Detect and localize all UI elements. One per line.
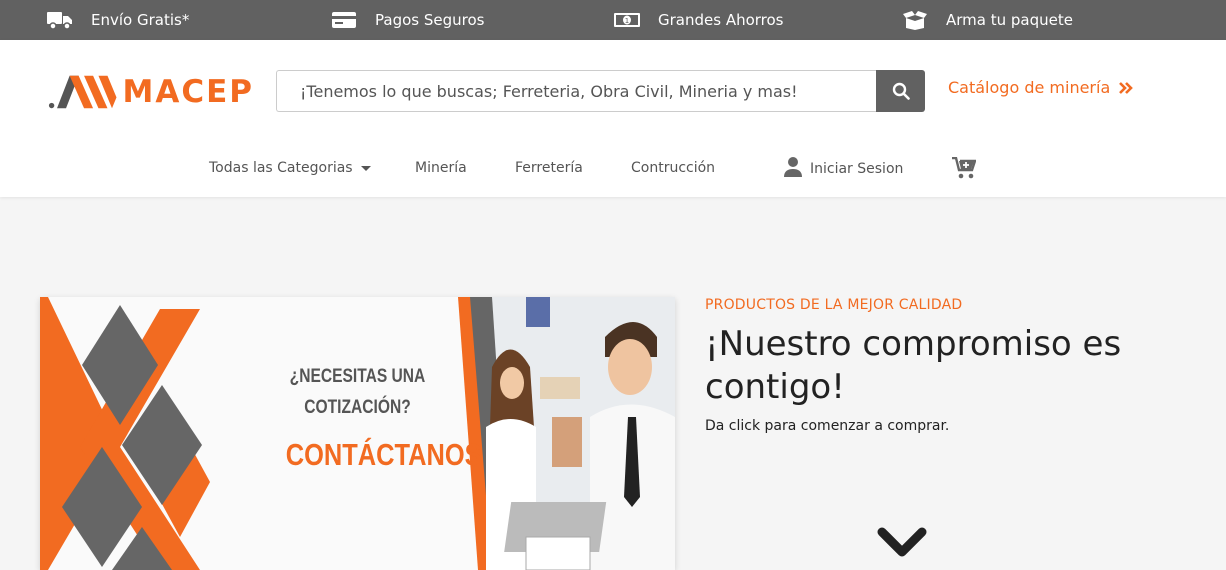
search-box [276, 70, 876, 112]
chevron-down-icon[interactable] [876, 526, 928, 562]
hero-eyebrow: PRODUCTOS DE LA MEJOR CALIDAD [705, 297, 963, 313]
nav-item-label: Contrucción [631, 160, 716, 176]
banner-graphic [40, 297, 675, 570]
svg-text:1: 1 [625, 17, 629, 25]
nav-construccion[interactable]: Contrucción [631, 160, 715, 176]
catalog-link-label: Catálogo de minería [948, 78, 1111, 97]
search-input[interactable] [277, 71, 876, 111]
topbar-item-package: Arma tu paquete [902, 0, 1073, 40]
nav-item-label: Todas las Categorias [209, 160, 353, 176]
quote-banner[interactable]: ¿NECESITAS UNA COTIZACIÓN? CONTÁCTANOS [40, 297, 675, 570]
header: MACEP Catálogo de minería Todas las Cate… [0, 40, 1226, 197]
catalog-link[interactable]: Catálogo de minería [948, 78, 1134, 97]
topbar-item-label: Envío Gratis* [91, 11, 190, 29]
angles-right-icon [1119, 81, 1134, 94]
search-icon [892, 82, 910, 100]
search-button[interactable] [876, 70, 925, 112]
money-bill-icon: 1 [614, 13, 640, 27]
credit-card-icon [332, 12, 356, 28]
topbar-item-free-shipping: Envío Gratis* [47, 0, 189, 40]
banner-cta: CONTÁCTANOS [285, 437, 482, 472]
login-label: Iniciar Sesion [810, 161, 904, 177]
user-icon [784, 157, 802, 177]
main-nav: Todas las Categorias Minería Ferretería … [0, 150, 1226, 190]
truck-icon [47, 12, 72, 30]
banner-question: ¿NECESITAS UNA COTIZACIÓN? [289, 366, 426, 418]
nav-all-categories[interactable]: Todas las Categorias [209, 160, 371, 176]
macep-logo-mark [48, 75, 117, 109]
hero-subtitle: Da click para comenzar a comprar. [705, 418, 950, 434]
nav-mineria[interactable]: Minería [415, 160, 467, 176]
caret-down-icon [360, 165, 371, 171]
topbar-item-secure-payments: Pagos Seguros [331, 0, 484, 40]
topbar-item-label: Pagos Seguros [375, 11, 485, 29]
logo-wordmark: MACEP [122, 74, 254, 110]
topbar-item-label: Arma tu paquete [946, 11, 1073, 29]
login-link[interactable]: Iniciar Sesion [784, 157, 903, 177]
topbar: Envío Gratis* Pagos Seguros 1 Grandes Ah… [0, 0, 1226, 40]
nav-item-label: Minería [415, 160, 467, 176]
cart-plus-icon[interactable] [952, 157, 976, 179]
topbar-item-savings: 1 Grandes Ahorros [614, 0, 784, 40]
nav-item-label: Ferretería [515, 160, 583, 176]
hero-title: ¡Nuestro compromiso es contigo! [705, 324, 1122, 407]
site-logo[interactable]: MACEP [48, 72, 254, 112]
topbar-item-label: Grandes Ahorros [658, 11, 784, 29]
nav-ferreteria[interactable]: Ferretería [515, 160, 583, 176]
box-open-icon [903, 11, 927, 30]
